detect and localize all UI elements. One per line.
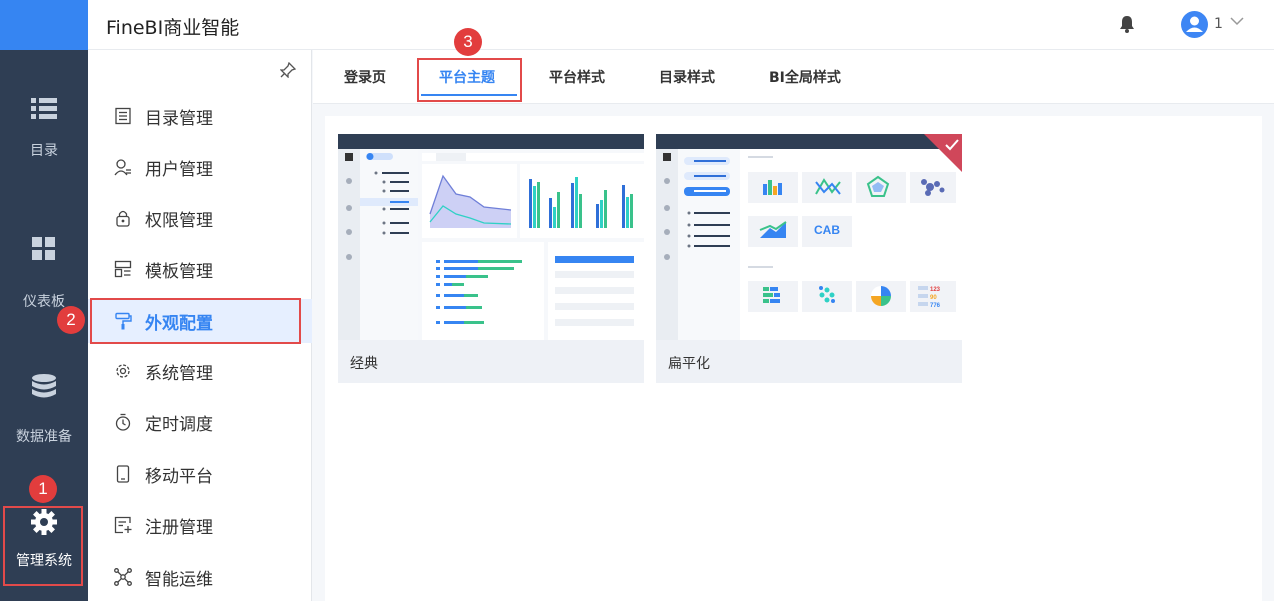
annotation-marker-2: 2 [57,306,85,334]
theme-name: 经典 [350,356,378,372]
menu-item-users[interactable]: 用户管理 [88,145,312,189]
pin-icon[interactable] [280,62,296,78]
top-header: FineBI商业智能 1 [88,0,1274,50]
rail-item-data-prep[interactable]: 数据准备 [0,374,88,446]
annotation-box-3 [417,58,522,102]
menu-item-label: 注册管理 [145,518,213,538]
cab-icon-text: CAB [814,223,840,237]
classic-preview-image [338,134,644,340]
tab-login-page[interactable]: 登录页 [344,67,386,87]
main-content: 登录页 平台主题 平台样式 目录样式 BI全局样式 经典 CAB 123 90 … [313,50,1274,601]
app-title: FineBI商业智能 [106,17,240,39]
theme-name: 扁平化 [668,356,710,372]
catalog-icon [115,107,131,125]
menu-item-system[interactable]: 系统管理 [88,349,312,393]
preview-number-1: 123 [930,287,941,293]
menu-item-label: 权限管理 [145,211,213,231]
chevron-down-icon[interactable] [1230,16,1244,26]
avatar[interactable] [1181,11,1208,38]
menu-item-schedule[interactable]: 定时调度 [88,400,312,444]
menu-item-permissions[interactable]: 权限管理 [88,196,312,240]
theme-panel: 经典 CAB 123 90 776 扁平化 [325,116,1262,601]
user-avatar-icon [1186,16,1203,32]
theme-card-flat[interactable]: CAB 123 90 776 扁平化 [656,134,962,383]
theme-preview-classic [338,134,644,340]
list-icon [31,98,57,119]
network-icon [114,568,132,586]
menu-item-label: 定时调度 [145,415,213,435]
annotation-marker-3: 3 [454,28,482,56]
menu-item-label: 智能运维 [145,570,213,590]
logo-block [0,0,88,50]
menu-item-label: 模板管理 [145,262,213,282]
bell-icon[interactable] [1119,15,1135,33]
tab-bi-global-style[interactable]: BI全局样式 [769,67,841,87]
menu-item-label: 移动平台 [145,467,213,487]
rail-item-catalog[interactable]: 目录 [0,98,88,160]
menu-item-mobile[interactable]: 移动平台 [88,452,312,496]
selected-check-icon [945,139,959,151]
timer-icon [115,413,131,431]
rail-item-dashboard[interactable]: 仪表板 [0,237,88,311]
flat-preview-image: CAB 123 90 776 [656,134,962,340]
preview-number-2: 90 [930,295,937,301]
user-name[interactable]: 1 [1214,16,1223,32]
tab-catalog-style[interactable]: 目录样式 [659,67,715,87]
rail-item-label: 仪表板 [23,294,65,310]
lock-icon [116,210,130,227]
theme-preview-flat: CAB 123 90 776 [656,134,962,340]
mobile-icon [116,465,130,483]
rail-item-label: 数据准备 [16,429,72,445]
menu-item-register[interactable]: 注册管理 [88,503,312,547]
annotation-box-2 [90,298,301,344]
preview-number-3: 776 [930,303,941,309]
rail-item-label: 目录 [30,143,58,159]
database-icon [32,374,56,398]
menu-item-label: 用户管理 [145,160,213,180]
menu-item-label: 系统管理 [145,364,213,384]
menu-item-catalog[interactable]: 目录管理 [88,94,312,138]
dashboard-icon [32,237,55,260]
tab-platform-style[interactable]: 平台样式 [549,67,605,87]
annotation-marker-1: 1 [29,475,57,503]
register-icon [114,516,132,534]
gear-icon [116,364,130,378]
menu-item-ops[interactable]: 智能运维 [88,555,312,599]
menu-item-label: 目录管理 [145,109,213,129]
annotation-box-1 [3,506,83,586]
menu-item-templates[interactable]: 模板管理 [88,247,312,291]
theme-card-classic[interactable]: 经典 [338,134,644,383]
template-icon [114,260,132,278]
user-icon [114,159,131,176]
